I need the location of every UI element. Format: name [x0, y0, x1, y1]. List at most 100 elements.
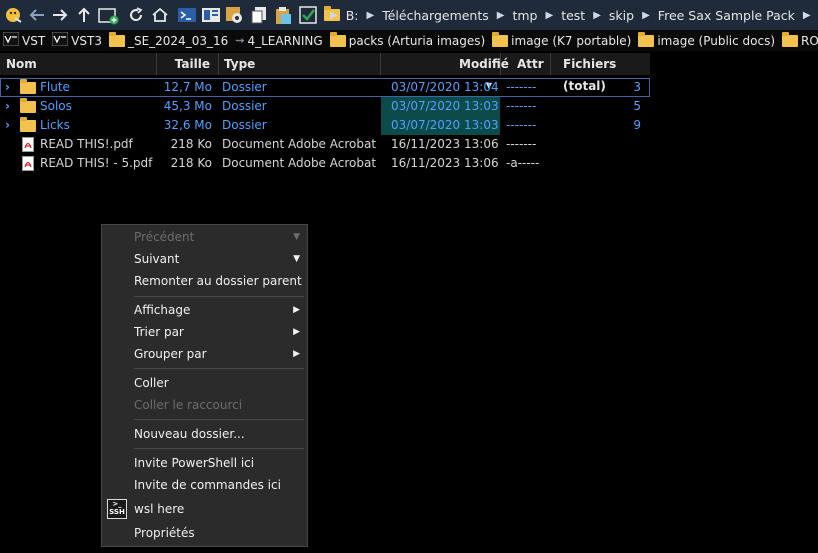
link-icon: ⇝: [235, 34, 245, 47]
file-time: 13:03: [464, 99, 499, 113]
file-name: READ THIS!.pdf: [40, 137, 133, 151]
refresh-icon[interactable]: [124, 3, 148, 27]
file-attr: -------: [506, 99, 537, 113]
folder-icon: [782, 31, 799, 47]
file-size: 218 Ko: [170, 137, 212, 151]
terminal-icon: >_ SSH: [107, 499, 127, 519]
favorite-vst[interactable]: VST: [2, 31, 45, 49]
checkmark-icon[interactable]: [296, 3, 320, 27]
file-date: 03/07/2020: [391, 80, 461, 94]
file-count: 3: [633, 80, 641, 94]
menu-item-forward[interactable]: Suivant ▼: [102, 248, 307, 270]
file-name: Solos: [40, 99, 72, 113]
powershell-icon[interactable]: [175, 3, 199, 27]
panels-icon[interactable]: [199, 3, 223, 27]
context-menu: Précédent ▼ Suivant ▼ Remonter au dossie…: [101, 224, 308, 547]
breadcrumb-item[interactable]: skip: [609, 8, 634, 23]
menu-item-cmd[interactable]: Invite de commandes ici: [102, 474, 307, 496]
menu-item-paste-shortcut[interactable]: Coller le raccourci: [102, 394, 307, 416]
file-size: 218 Ko: [170, 156, 212, 170]
favorite-image-public[interactable]: image (Public docs): [638, 31, 775, 48]
favorite-learning[interactable]: ⇝ 4_LEARNING: [235, 34, 322, 48]
caret-right-icon: ▶: [293, 305, 300, 315]
file-time: 13:06: [464, 137, 499, 151]
caret-down-icon: ▼: [293, 232, 300, 242]
table-row[interactable]: › Solos 45,3 Mo Dossier 03/07/2020 13:03…: [0, 97, 650, 116]
table-row[interactable]: READ THIS!.pdf 218 Ko Document Adobe Acr…: [0, 135, 650, 154]
menu-item-powershell[interactable]: Invite PowerShell ici: [102, 452, 307, 474]
file-name: Licks: [40, 118, 70, 132]
chevron-right-icon: ▶: [496, 9, 505, 21]
expand-chevron-icon[interactable]: ›: [5, 78, 10, 97]
breadcrumb[interactable]: ▶ B: ▶ Téléchargements ▶ tmp ▶ test ▶ sk…: [318, 4, 811, 26]
column-header-files[interactable]: Fichiers (total): [551, 53, 650, 93]
breadcrumb-item[interactable]: B:: [346, 8, 359, 23]
file-count: 9: [633, 118, 641, 132]
expand-chevron-icon[interactable]: ›: [5, 116, 10, 135]
file-attr: -------: [506, 118, 537, 132]
breadcrumb-item[interactable]: Free Sax Sample Pack: [658, 8, 795, 23]
vst3-icon: [51, 31, 69, 49]
table-row[interactable]: READ THIS! - 5.pdf 218 Ko Document Adobe…: [0, 154, 650, 173]
favorite-roli[interactable]: ROLI: [782, 31, 818, 48]
folder-icon: [108, 31, 125, 47]
file-attr: -a-----: [506, 156, 540, 170]
home-icon[interactable]: [148, 3, 172, 27]
up-arrow-icon[interactable]: [72, 3, 96, 27]
file-name: READ THIS! - 5.pdf: [40, 156, 153, 170]
menu-item-up[interactable]: Remonter au dossier parent: [102, 270, 307, 292]
menu-item-new-folder[interactable]: Nouveau dossier...: [102, 423, 307, 445]
file-type: Dossier: [222, 118, 267, 132]
column-header-modified[interactable]: Modifié ▼: [381, 53, 509, 90]
menu-item-paste[interactable]: Coller: [102, 372, 307, 394]
breadcrumb-item[interactable]: tmp: [512, 8, 537, 23]
file-time: 13:04: [464, 80, 499, 94]
folder-icon: [492, 31, 509, 47]
menu-separator: [134, 296, 304, 297]
favorite-packs[interactable]: packs (Arturia images): [329, 31, 485, 48]
favorite-se-2024[interactable]: _SE_2024_03_16: [108, 31, 228, 48]
menu-item-wsl[interactable]: >_ SSH wsl here: [102, 498, 307, 520]
breadcrumb-item[interactable]: test: [561, 8, 585, 23]
file-size: 45,3 Mo: [163, 99, 212, 113]
folder-icon: [638, 31, 655, 47]
favorites-bar: VST VST3 _SE_2024_03_16 ⇝ 4_LEARNING pac…: [0, 30, 818, 51]
favorite-image-k7[interactable]: image (K7 portable): [492, 31, 631, 48]
clipboard-icon[interactable]: [271, 3, 295, 27]
forward-arrow-icon[interactable]: [48, 3, 72, 27]
menu-item-back[interactable]: Précédent ▼: [102, 226, 307, 248]
chevron-right-icon: ▶: [366, 9, 375, 21]
column-header-type[interactable]: Type: [219, 53, 381, 75]
table-row[interactable]: › Flute 12,7 Mo Dossier 03/07/2020 13:04…: [0, 78, 650, 97]
file-attr: -------: [506, 137, 537, 151]
settings-icon[interactable]: [222, 3, 246, 27]
vst-icon: [2, 31, 20, 49]
back-arrow-icon[interactable]: [25, 3, 49, 27]
menu-item-properties[interactable]: Propriétés: [102, 522, 307, 544]
expand-chevron-icon[interactable]: ›: [5, 97, 10, 116]
app-icon[interactable]: [2, 3, 26, 27]
file-date: 03/07/2020: [391, 99, 461, 113]
column-header-size[interactable]: Taille: [157, 53, 219, 75]
caret-down-icon: ▼: [293, 254, 300, 264]
pdf-icon: [22, 156, 34, 177]
menu-separator: [134, 368, 304, 369]
menu-item-view[interactable]: Affichage ▶: [102, 299, 307, 321]
menu-separator: [134, 448, 304, 449]
column-header-attr[interactable]: Attr: [501, 53, 551, 75]
chevron-right-icon: ▶: [593, 9, 601, 21]
menu-separator: [134, 419, 304, 420]
folder-icon: [329, 31, 346, 47]
breadcrumb-item[interactable]: Téléchargements: [382, 8, 489, 23]
chevron-right-icon: ▶: [330, 9, 338, 21]
copy-icon[interactable]: [247, 3, 271, 27]
table-row[interactable]: › Licks 32,6 Mo Dossier 03/07/2020 13:03…: [0, 116, 650, 135]
caret-right-icon: ▶: [293, 327, 300, 337]
column-headers: Nom Taille Type Modifié ▼ Attr Fichiers …: [0, 53, 650, 93]
file-type: Dossier: [222, 80, 267, 94]
menu-item-group[interactable]: Grouper par ▶: [102, 343, 307, 365]
column-header-name[interactable]: Nom: [0, 53, 157, 75]
menu-item-sort[interactable]: Trier par ▶: [102, 321, 307, 343]
new-folder-icon[interactable]: [97, 3, 121, 27]
favorite-vst3[interactable]: VST3: [51, 31, 102, 49]
